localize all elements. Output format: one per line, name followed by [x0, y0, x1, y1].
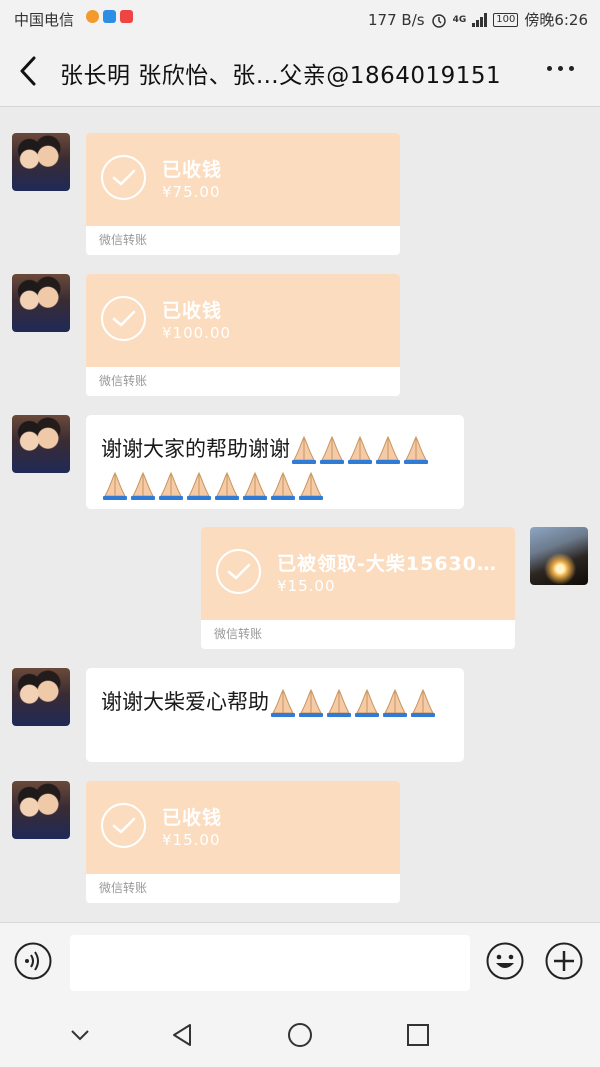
folded-hands-emoji	[157, 471, 185, 501]
alarm-icon	[431, 13, 446, 28]
folded-hands-emoji	[325, 688, 353, 718]
avatar[interactable]	[12, 781, 70, 839]
folded-hands-emoji	[290, 435, 318, 465]
folded-hands-emoji	[402, 435, 430, 465]
transfer-amount: ¥15.00	[277, 577, 336, 595]
folded-hands-emoji	[297, 688, 325, 718]
folded-hands-emoji	[185, 471, 213, 501]
clock: 傍晚6:26	[524, 11, 588, 29]
net-speed: 177 B/s	[368, 10, 425, 29]
folded-hands-emoji	[297, 471, 325, 501]
check-circle-icon	[101, 155, 146, 200]
folded-hands-emoji	[269, 688, 297, 718]
transfer-card[interactable]: 已收钱 ¥15.00 微信转账	[86, 781, 400, 903]
back-triangle-icon[interactable]	[168, 1020, 198, 1050]
transfer-status: 已收钱	[162, 807, 223, 829]
folded-hands-emoji	[353, 688, 381, 718]
check-circle-icon	[101, 803, 146, 848]
chevron-down-icon[interactable]	[65, 1020, 95, 1050]
avatar[interactable]	[12, 133, 70, 191]
folded-hands-emoji	[213, 471, 241, 501]
transfer-status: 已收钱	[162, 300, 223, 322]
folded-hands-emoji	[269, 471, 297, 501]
network-type: 4G	[452, 14, 467, 25]
avatar[interactable]	[12, 415, 70, 473]
folded-hands-emoji	[346, 435, 374, 465]
transfer-card[interactable]: 已收钱 ¥100.00 微信转账	[86, 274, 400, 396]
folded-hands-emoji	[381, 688, 409, 718]
check-circle-icon	[101, 296, 146, 341]
battery-icon: 100	[493, 12, 519, 27]
message-text: 谢谢大家的帮助谢谢	[101, 437, 290, 461]
recent-apps-icon[interactable]	[403, 1020, 433, 1050]
transfer-card[interactable]: 已被领取-大柴15630… ¥15.00 微信转账	[201, 527, 515, 649]
transfer-status: 已收钱	[162, 159, 223, 181]
home-circle-icon[interactable]	[285, 1020, 315, 1050]
check-circle-icon	[216, 549, 261, 594]
avatar[interactable]	[12, 274, 70, 332]
text-message[interactable]: 谢谢大家的帮助谢谢	[86, 415, 464, 509]
transfer-footer: 微信转账	[86, 874, 400, 903]
transfer-amount: ¥75.00	[162, 183, 221, 201]
transfer-card[interactable]: 已收钱 ¥75.00 微信转账	[86, 133, 400, 255]
more-dots-icon[interactable]	[547, 66, 574, 71]
avatar[interactable]	[12, 668, 70, 726]
chevron-left-icon[interactable]	[14, 54, 42, 88]
text-message[interactable]: 谢谢大柴爱心帮助	[86, 668, 464, 762]
chat-header: 张长明 张欣怡、张…父亲@1864019151	[0, 36, 600, 107]
battery-level: 100	[496, 13, 516, 25]
folded-hands-emoji	[409, 688, 437, 718]
folded-hands-emoji	[101, 471, 129, 501]
input-bar	[0, 922, 600, 1007]
voice-icon[interactable]	[14, 942, 52, 980]
message-text: 谢谢大柴爱心帮助	[101, 690, 269, 714]
folded-hands-emoji	[129, 471, 157, 501]
transfer-status: 已被领取-大柴15630…	[277, 553, 497, 575]
news-icon	[120, 10, 133, 23]
transfer-amount: ¥15.00	[162, 831, 221, 849]
notification-icons	[86, 10, 133, 23]
transfer-amount: ¥100.00	[162, 324, 232, 342]
folded-hands-emoji	[241, 471, 269, 501]
transfer-footer: 微信转账	[86, 367, 400, 396]
emoji-icon[interactable]	[486, 942, 524, 980]
message-input[interactable]	[70, 935, 470, 991]
transfer-footer: 微信转账	[201, 620, 515, 649]
plus-icon[interactable]	[545, 942, 583, 980]
emoji-row	[269, 688, 437, 717]
transfer-footer: 微信转账	[86, 226, 400, 255]
avatar[interactable]	[530, 527, 588, 585]
status-right: 177 B/s 4G 100 傍晚6:26	[368, 9, 588, 30]
signal-icon	[472, 12, 488, 27]
folded-hands-emoji	[318, 435, 346, 465]
app-icon	[103, 10, 116, 23]
system-nav-bar	[0, 1006, 600, 1067]
chat-title: 张长明 张欣怡、张…父亲@1864019151	[60, 63, 502, 89]
carrier-label: 中国电信	[14, 11, 75, 29]
folded-hands-emoji	[374, 435, 402, 465]
status-bar: 中国电信 177 B/s 4G 100 傍晚6:26	[0, 0, 600, 36]
app-icon	[86, 10, 99, 23]
